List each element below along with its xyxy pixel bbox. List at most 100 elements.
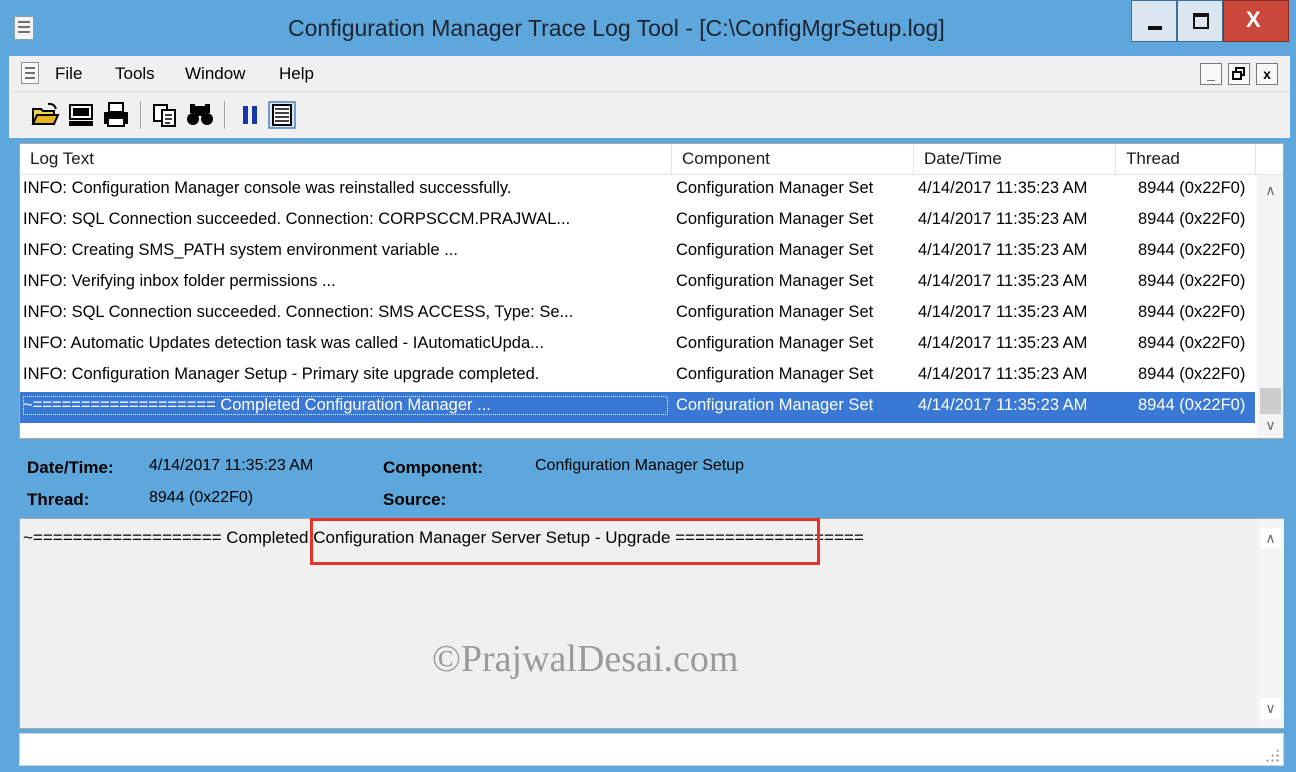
status-bar	[19, 733, 1284, 766]
highlight-annotation	[310, 518, 820, 565]
log-text-cell: INFO: Automatic Updates detection task w…	[23, 334, 544, 352]
scroll-thumb[interactable]	[1260, 388, 1281, 414]
datetime-cell: 4/14/2017 11:35:23 AM	[918, 365, 1088, 383]
table-row[interactable]: INFO: Configuration Manager Setup - Prim…	[20, 361, 1255, 392]
datetime-cell: 4/14/2017 11:35:23 AM	[918, 179, 1088, 197]
thread-cell: 8944 (0x22F0)	[1138, 396, 1246, 414]
thread-value: 8944 (0x22F0)	[149, 489, 254, 506]
find-icon	[187, 104, 213, 125]
menu-tools[interactable]: Tools	[115, 64, 155, 84]
datetime-cell: 4/14/2017 11:35:23 AM	[918, 396, 1088, 414]
copy-icon	[153, 104, 176, 127]
find-button[interactable]	[185, 100, 215, 130]
menu-window[interactable]: Window	[185, 64, 245, 84]
datetime-label: Date/Time:	[27, 458, 114, 477]
scroll-up-icon[interactable]: ∧	[1260, 528, 1281, 549]
minimize-button[interactable]	[1131, 0, 1177, 42]
copy-button[interactable]	[150, 100, 180, 130]
details-button[interactable]	[267, 100, 297, 130]
toolbar-separator	[224, 101, 226, 129]
component-cell: Configuration Manager Set	[676, 303, 874, 321]
datetime-cell: 4/14/2017 11:35:23 AM	[918, 272, 1088, 290]
close-icon: X	[1246, 7, 1261, 32]
computer-icon	[69, 104, 93, 126]
minimize-icon	[1148, 26, 1162, 30]
menu-help[interactable]: Help	[279, 64, 314, 84]
source-label: Source:	[383, 490, 447, 509]
message-scrollbar[interactable]: ∧ ∨	[1257, 519, 1284, 728]
component-cell: Configuration Manager Set	[676, 179, 874, 197]
scroll-down-icon[interactable]: ∨	[1260, 698, 1281, 719]
datetime-cell: 4/14/2017 11:35:23 AM	[918, 303, 1088, 321]
component-label: Component:	[383, 458, 484, 477]
datetime-value: 4/14/2017 11:35:23 AM	[149, 457, 314, 474]
table-row[interactable]: INFO: Verifying inbox folder permissions…	[20, 268, 1255, 299]
log-text-cell: INFO: SQL Connection succeeded. Connecti…	[23, 210, 571, 228]
table-row[interactable]: INFO: Configuration Manager console was …	[20, 175, 1255, 206]
table-row[interactable]: INFO: Automatic Updates detection task w…	[20, 330, 1255, 361]
details-panel: Date/Time: 4/14/2017 11:35:23 AM Compone…	[19, 447, 1284, 517]
column-header-component[interactable]: Component	[672, 144, 914, 175]
resize-grip-icon[interactable]	[1265, 748, 1279, 762]
thread-cell: 8944 (0x22F0)	[1138, 303, 1246, 321]
table-row[interactable]: INFO: SQL Connection succeeded. Connecti…	[20, 206, 1255, 237]
component-cell: Configuration Manager Set	[676, 210, 874, 228]
list-header: Log Text Component Date/Time Thread	[20, 144, 1283, 175]
component-cell: Configuration Manager Set	[676, 365, 874, 383]
open-icon	[31, 102, 60, 125]
window-title: Configuration Manager Trace Log Tool - […	[288, 15, 945, 41]
column-header-thread[interactable]: Thread	[1116, 144, 1256, 175]
datetime-cell: 4/14/2017 11:35:23 AM	[918, 334, 1088, 352]
log-text-cell: INFO: Configuration Manager Setup - Prim…	[23, 365, 540, 383]
menu-file[interactable]: File	[55, 64, 82, 84]
component-cell: Configuration Manager Set	[676, 272, 874, 290]
print-icon	[104, 102, 128, 127]
component-value: Configuration Manager Setup	[535, 457, 745, 474]
column-header-datetime[interactable]: Date/Time	[914, 144, 1116, 175]
scroll-down-icon[interactable]: ∨	[1260, 416, 1281, 437]
restore-icon	[1232, 67, 1245, 80]
thread-cell: 8944 (0x22F0)	[1138, 365, 1246, 383]
details-icon	[268, 101, 296, 129]
table-row[interactable]: INFO: SQL Connection succeeded. Connecti…	[20, 299, 1255, 330]
thread-cell: 8944 (0x22F0)	[1138, 272, 1246, 290]
computer-button[interactable]	[66, 100, 96, 130]
pause-button[interactable]	[235, 100, 265, 130]
component-cell: Configuration Manager Set	[676, 241, 874, 259]
document-menu-icon[interactable]	[21, 62, 39, 84]
thread-cell: 8944 (0x22F0)	[1138, 210, 1246, 228]
thread-cell: 8944 (0x22F0)	[1138, 241, 1246, 259]
thread-label: Thread:	[27, 490, 90, 509]
scroll-up-icon[interactable]: ∧	[1260, 181, 1281, 202]
log-text-cell: INFO: Verifying inbox folder permissions…	[23, 272, 336, 290]
log-list[interactable]: Log Text Component Date/Time Thread INFO…	[19, 143, 1284, 439]
component-cell: Configuration Manager Set	[676, 396, 874, 414]
log-text-cell: INFO: Creating SMS_PATH system environme…	[23, 241, 458, 259]
datetime-cell: 4/14/2017 11:35:23 AM	[918, 241, 1088, 259]
print-button[interactable]	[101, 100, 131, 130]
toolbar-separator	[140, 101, 142, 129]
datetime-cell: 4/14/2017 11:35:23 AM	[918, 210, 1088, 228]
log-text-cell: INFO: SQL Connection succeeded. Connecti…	[23, 303, 574, 321]
table-row[interactable]: INFO: Creating SMS_PATH system environme…	[20, 237, 1255, 268]
mdi-restore-button[interactable]	[1228, 63, 1250, 85]
close-button[interactable]: X	[1223, 0, 1289, 42]
mdi-close-button[interactable]: x	[1256, 63, 1278, 85]
maximize-button[interactable]	[1177, 0, 1223, 42]
log-text-cell: ~=================== Completed Configura…	[23, 396, 668, 415]
thread-cell: 8944 (0x22F0)	[1138, 179, 1246, 197]
open-button[interactable]	[30, 100, 60, 130]
component-cell: Configuration Manager Set	[676, 334, 874, 352]
title-bar[interactable]: Configuration Manager Trace Log Tool - […	[0, 0, 1296, 56]
mdi-minimize-button[interactable]: _	[1200, 63, 1222, 85]
app-window: Configuration Manager Trace Log Tool - […	[0, 0, 1296, 772]
column-header-log-text[interactable]: Log Text	[20, 144, 672, 175]
thread-cell: 8944 (0x22F0)	[1138, 334, 1246, 352]
toolbar	[9, 92, 1290, 138]
maximize-icon	[1193, 13, 1209, 29]
log-text-cell: INFO: Configuration Manager console was …	[23, 179, 512, 197]
table-row-selected[interactable]: ~=================== Completed Configura…	[20, 392, 1255, 423]
menu-bar: File Tools Window Help _ x	[9, 56, 1290, 92]
message-text-area[interactable]: ~=================== Completed Configura…	[19, 518, 1284, 729]
log-list-scrollbar[interactable]: ∧ ∨	[1257, 175, 1283, 438]
